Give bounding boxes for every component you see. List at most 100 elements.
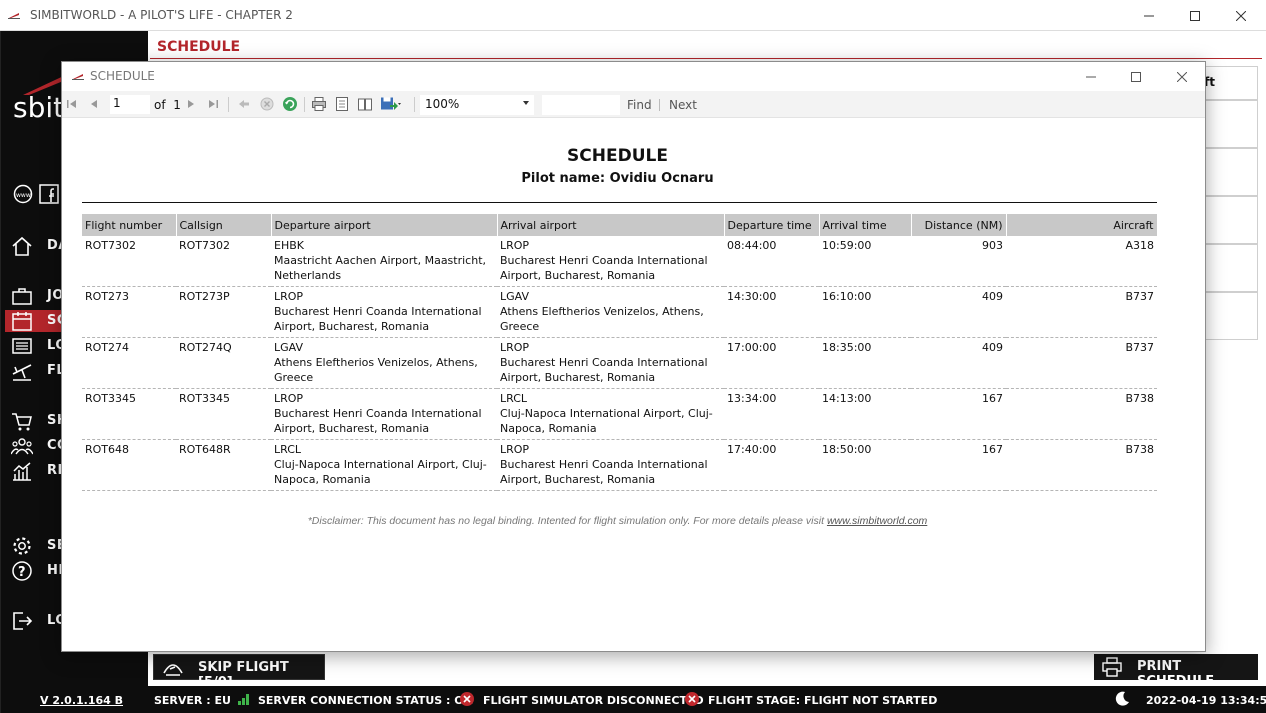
table-row: ROT273 ROT273P LROP Bucharest Henri Coanda … (82, 286, 1157, 338)
table-header-row: Flight number Callsign Departure airport… (82, 214, 1158, 236)
bg-table-header: ft (1204, 66, 1258, 100)
page-number-input[interactable]: 1 (110, 95, 150, 114)
column-header: Aircraft (1006, 214, 1158, 236)
chevron-down-icon (523, 101, 529, 105)
dialog-close-button[interactable] (1159, 62, 1205, 91)
web-icon[interactable]: www (13, 184, 33, 204)
people-icon (11, 438, 33, 455)
bg-table-row (1204, 196, 1258, 244)
airport-name: Athens Eleftherios Venizelos, Athens, Gr… (500, 305, 704, 333)
last-page-icon[interactable] (205, 96, 221, 112)
arrival-time-cell: 10:59:00 (819, 236, 911, 287)
table-row: ROT3345 ROT3345 LROP Bucharest Henri Coanda… (82, 388, 1157, 440)
airport-name: Athens Eleftherios Venizelos, Athens, Gr… (274, 356, 478, 384)
minimize-icon (1086, 76, 1096, 77)
gear-icon (13, 537, 31, 555)
server-status: SERVER : EU (154, 694, 231, 707)
airport-name: Bucharest Henri Coanda International Air… (500, 356, 708, 384)
airport-name: Bucharest Henri Coanda International Air… (500, 254, 708, 282)
arrival-airport-cell: LROP Bucharest Henri Coanda International… (497, 439, 724, 491)
next-page-icon[interactable] (183, 96, 199, 112)
total-pages: 1 (173, 98, 181, 112)
column-header: Flight number (82, 214, 177, 236)
page-setup-icon[interactable] (357, 96, 373, 112)
find-button[interactable]: Find (627, 98, 652, 112)
departure-airport-cell: LROP Bucharest Henri Coanda International… (271, 388, 497, 440)
dialog-maximize-button[interactable] (1113, 62, 1159, 91)
error-icon (685, 692, 699, 706)
find-input[interactable] (542, 95, 620, 115)
callsign-cell: ROT7302 (176, 236, 271, 287)
table-row: ROT274 ROT274Q LGAV Athens Eleftherios Veni… (82, 337, 1157, 389)
website-link[interactable]: www.simbitworld.com (827, 515, 927, 527)
print-schedule-label: PRINT SCHEDULE (1137, 659, 1215, 689)
departure-airport-cell: LGAV Athens Eleftherios Venizelos, Athens… (271, 337, 497, 389)
airport-name: Bucharest Henri Coanda International Air… (274, 305, 482, 333)
airport-name: Maastricht Aachen Airport, Maastricht, N… (274, 254, 487, 282)
table-row: ROT7302 ROT7302 EHBK Maastricht Aachen Airp… (82, 236, 1157, 287)
close-button[interactable] (1218, 0, 1264, 31)
column-header: Departure airport (271, 214, 498, 236)
flight-number-cell: ROT7302 (82, 236, 176, 287)
callsign-cell: ROT648R (176, 439, 271, 491)
dialog-title: SCHEDULE (90, 69, 155, 83)
find-next-button[interactable]: Next (669, 98, 697, 112)
distance-cell: 409 (911, 337, 1006, 389)
toolbar-separator (659, 99, 660, 111)
airport-code: LGAV (500, 290, 529, 303)
zoom-select[interactable]: 100% (420, 95, 534, 115)
skip-flight-button[interactable]: SKIP FLIGHT [5/0] (153, 654, 325, 690)
airport-code: LGAV (274, 341, 303, 354)
flight-number-cell: ROT273 (82, 286, 176, 338)
signal-icon (238, 694, 249, 705)
stop-icon[interactable] (259, 96, 275, 112)
print-layout-icon[interactable] (334, 96, 350, 112)
airport-name: Bucharest Henri Coanda International Air… (274, 407, 482, 435)
first-page-icon[interactable] (64, 96, 80, 112)
minimize-icon (1144, 15, 1154, 16)
arrival-airport-cell: LRCL Cluj-Napoca International Airport, C… (497, 388, 724, 440)
pilot-name: Pilot name: Ovidiu Ocnaru (521, 171, 714, 186)
column-header: Departure time (724, 214, 820, 236)
column-header: Arrival airport (497, 214, 725, 236)
airport-code: LROP (274, 290, 304, 303)
airport-code: LROP (274, 392, 304, 405)
departure-time-cell: 17:40:00 (724, 439, 819, 491)
export-icon[interactable] (380, 96, 402, 112)
main-title-bar: SIMBITWORLD - A PILOT'S LIFE - CHAPTER 2 (0, 0, 1266, 31)
logbook-icon (12, 338, 32, 354)
minimize-button[interactable] (1126, 0, 1172, 31)
arrival-airport-cell: LGAV Athens Eleftherios Venizelos, Athens… (497, 286, 724, 338)
version-link[interactable]: V 2.0.1.164 B (40, 694, 123, 707)
airport-code: LRCL (274, 443, 302, 456)
report-title: SCHEDULE (567, 146, 668, 166)
report-view: SCHEDULE Pilot name: Ovidiu Ocnaru Fligh… (62, 119, 1205, 651)
distance-cell: 167 (911, 439, 1006, 491)
back-icon[interactable] (236, 96, 252, 112)
airport-name: Cluj-Napoca International Airport, Cluj-… (500, 407, 713, 435)
chart-icon (13, 462, 31, 481)
distance-cell: 409 (911, 286, 1006, 338)
dialog-minimize-button[interactable] (1068, 62, 1114, 91)
page-title: SCHEDULE (157, 39, 241, 55)
arrival-time-cell: 14:13:00 (819, 388, 911, 440)
print-schedule-button[interactable]: PRINT SCHEDULE (1094, 654, 1258, 689)
bg-table-row (1204, 292, 1258, 340)
maximize-button[interactable] (1172, 0, 1218, 31)
previous-page-icon[interactable] (86, 96, 102, 112)
print-icon[interactable] (311, 96, 327, 112)
svg-text:www: www (16, 192, 31, 199)
refresh-icon[interactable] (282, 96, 298, 112)
window-title: SIMBITWORLD - A PILOT'S LIFE - CHAPTER 2 (30, 8, 293, 22)
aircraft-cell: B737 (1006, 286, 1157, 338)
toolbar-separator (414, 97, 415, 112)
facebook-icon[interactable] (39, 184, 59, 204)
skip-flight-icon (163, 664, 183, 676)
connection-status: SERVER CONNECTION STATUS : OK (258, 694, 473, 707)
airport-code: LRCL (500, 392, 528, 405)
arrival-airport-cell: LROP Bucharest Henri Coanda International… (497, 337, 724, 389)
home-icon (12, 236, 32, 256)
table-row: ROT648 ROT648R LRCL Cluj-Napoca Internation… (82, 439, 1157, 491)
title-divider (150, 58, 1262, 59)
printer-icon (1102, 657, 1122, 677)
